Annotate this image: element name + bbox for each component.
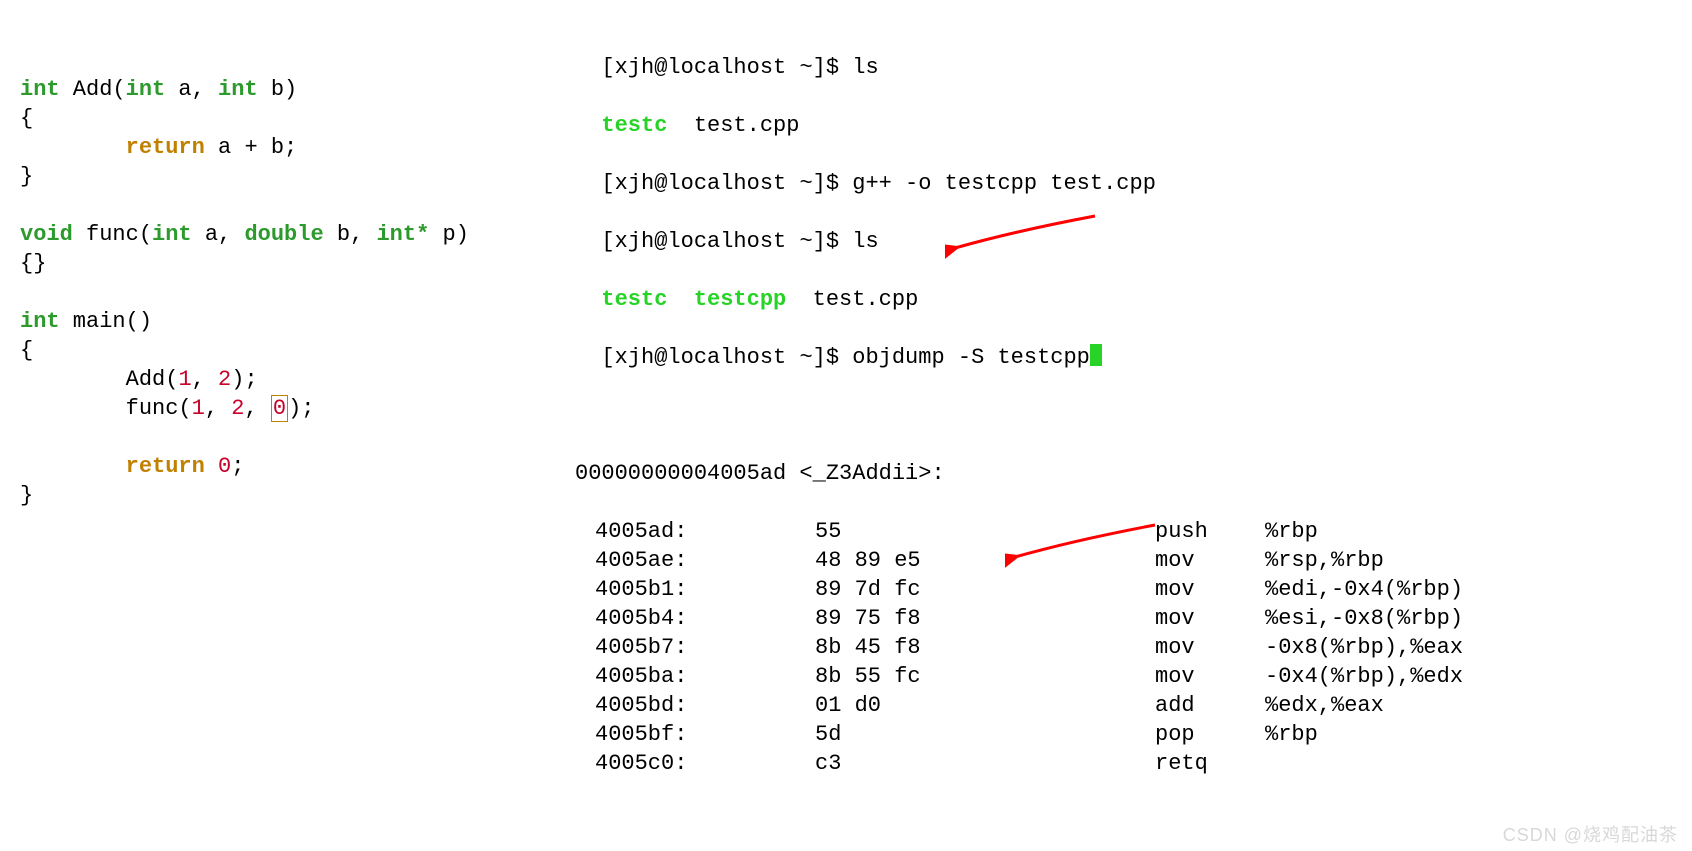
asm-row: 4005ba:8b 55 fcmov-0x4(%rbp),%edx xyxy=(575,662,1489,691)
code-line: func(1, 2, 0); xyxy=(20,395,314,422)
asm-operands: %esi,-0x8(%rbp) xyxy=(1265,604,1463,633)
asm-operands: %rbp xyxy=(1265,720,1318,749)
asm-row: 4005ae:48 89 e5mov%rsp,%rbp xyxy=(575,546,1489,575)
keyword-int: int xyxy=(152,222,192,247)
asm-operands: %edx,%eax xyxy=(1265,691,1384,720)
asm-address: 4005b1: xyxy=(575,575,815,604)
terminal-output: testc test.cpp xyxy=(575,111,1489,140)
asm-address: 4005bd: xyxy=(575,691,815,720)
asm-address: 4005ad: xyxy=(575,517,815,546)
asm-operands: %edi,-0x4(%rbp) xyxy=(1265,575,1463,604)
executable-name: testcpp xyxy=(694,287,786,312)
asm-hex: 5d xyxy=(815,720,1155,749)
keyword-int: int xyxy=(126,77,166,102)
keyword-void: void xyxy=(20,222,73,247)
asm-mnemonic: mov xyxy=(1155,604,1265,633)
number-literal: 1 xyxy=(178,367,191,392)
asm-mnemonic: mov xyxy=(1155,546,1265,575)
code-line: int Add(int a, int b) xyxy=(20,77,297,102)
terminal-line: [xjh@localhost ~]$ ls xyxy=(575,53,1489,82)
keyword-int: int xyxy=(20,77,60,102)
keyword-int-ptr: int* xyxy=(376,222,429,247)
number-literal: 2 xyxy=(218,367,231,392)
source-code-block: int Add(int a, int b) { return a + b; } … xyxy=(20,46,540,510)
code-line: Add(1, 2); xyxy=(20,367,258,392)
asm-row: 4005bd:01 d0add%edx,%eax xyxy=(575,691,1489,720)
code-line: { xyxy=(20,106,33,131)
keyword-int: int xyxy=(20,309,60,334)
asm-hex: 55 xyxy=(815,517,1155,546)
executable-name: testc xyxy=(601,287,667,312)
terminal-output: testc testcpp test.cpp xyxy=(575,285,1489,314)
asm-operands: -0x4(%rbp),%edx xyxy=(1265,662,1463,691)
asm-row: 4005b4:89 75 f8mov%esi,-0x8(%rbp) xyxy=(575,604,1489,633)
keyword-int: int xyxy=(218,77,258,102)
code-line: int main() xyxy=(20,309,152,334)
code-line: return 0; xyxy=(20,454,244,479)
asm-operands: %rbp xyxy=(1265,517,1318,546)
terminal-block: [xjh@localhost ~]$ ls testc test.cpp [xj… xyxy=(575,24,1489,851)
asm-block-add: 4005ad:55push%rbp4005ae:48 89 e5mov%rsp,… xyxy=(575,517,1489,778)
asm-row: 4005b7:8b 45 f8mov-0x8(%rbp),%eax xyxy=(575,633,1489,662)
terminal-line: [xjh@localhost ~]$ ls xyxy=(575,227,1489,256)
number-literal: 1 xyxy=(192,396,205,421)
asm-address: 4005b4: xyxy=(575,604,815,633)
asm-mnemonic: push xyxy=(1155,517,1265,546)
terminal-line: [xjh@localhost ~]$ g++ -o testcpp test.c… xyxy=(575,169,1489,198)
executable-name: testc xyxy=(601,113,667,138)
asm-hex: 89 7d fc xyxy=(815,575,1155,604)
asm-operands: %rsp,%rbp xyxy=(1265,546,1384,575)
number-literal: 0 xyxy=(218,454,231,479)
asm-mnemonic: mov xyxy=(1155,662,1265,691)
code-line: void func(int a, double b, int* p) xyxy=(20,222,469,247)
asm-mnemonic: retq xyxy=(1155,749,1265,778)
code-line: return a + b; xyxy=(20,135,297,160)
asm-hex: c3 xyxy=(815,749,1155,778)
asm-row: 4005bf:5dpop%rbp xyxy=(575,720,1489,749)
number-literal: 2 xyxy=(231,396,244,421)
asm-mnemonic: mov xyxy=(1155,633,1265,662)
asm-row: 4005c0:c3retq xyxy=(575,749,1489,778)
keyword-return: return xyxy=(126,454,205,479)
asm-hex: 01 d0 xyxy=(815,691,1155,720)
keyword-double: double xyxy=(244,222,323,247)
asm-address: 4005b7: xyxy=(575,633,815,662)
asm-address: 4005ba: xyxy=(575,662,815,691)
boxed-zero: 0 xyxy=(271,395,288,422)
code-line: } xyxy=(20,483,33,508)
asm-address: 4005ae: xyxy=(575,546,815,575)
terminal-cursor xyxy=(1090,344,1102,366)
asm-hex: 89 75 f8 xyxy=(815,604,1155,633)
asm-operands: -0x8(%rbp),%eax xyxy=(1265,633,1463,662)
asm-mnemonic: add xyxy=(1155,691,1265,720)
symbol-header: 00000000004005ad <_Z3Addii>: xyxy=(575,459,1489,488)
asm-hex: 8b 55 fc xyxy=(815,662,1155,691)
code-line: { xyxy=(20,338,33,363)
asm-mnemonic: pop xyxy=(1155,720,1265,749)
terminal-line: [xjh@localhost ~]$ objdump -S testcpp xyxy=(575,343,1489,372)
keyword-return: return xyxy=(126,135,205,160)
asm-hex: 48 89 e5 xyxy=(815,546,1155,575)
asm-row: 4005b1:89 7d fcmov%edi,-0x4(%rbp) xyxy=(575,575,1489,604)
code-line: {} xyxy=(20,251,46,276)
asm-address: 4005bf: xyxy=(575,720,815,749)
code-line: } xyxy=(20,164,33,189)
asm-mnemonic: mov xyxy=(1155,575,1265,604)
asm-address: 4005c0: xyxy=(575,749,815,778)
asm-row: 4005ad:55push%rbp xyxy=(575,517,1489,546)
asm-hex: 8b 45 f8 xyxy=(815,633,1155,662)
watermark: CSDN @烧鸡配油茶 xyxy=(1503,821,1678,847)
